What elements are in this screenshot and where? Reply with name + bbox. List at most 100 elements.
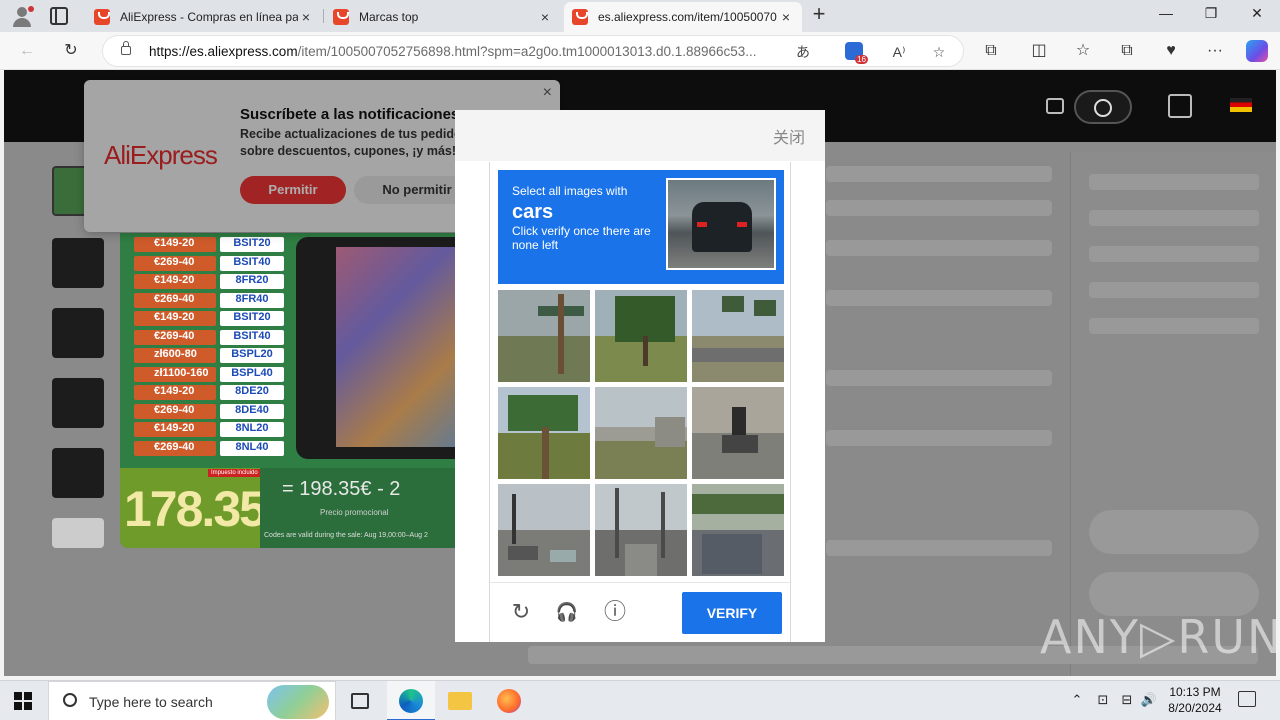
promo-big-price: 178.35€ <box>120 468 293 548</box>
tile-scene-shape <box>655 417 685 447</box>
product-thumbnail[interactable] <box>52 518 104 548</box>
wifi-icon[interactable]: ⊟ <box>1118 691 1136 709</box>
tile-scene-shape <box>702 534 762 574</box>
network-icon[interactable]: ⊡ <box>1094 691 1112 709</box>
captcha-tile-palms-street[interactable] <box>692 290 784 382</box>
taskbar-file-explorer[interactable] <box>436 681 484 720</box>
speaker-icon[interactable]: 🔊 <box>1140 691 1158 709</box>
modal-close-button[interactable]: 关闭 <box>773 124 805 148</box>
coupon-amount: €149-20 <box>134 274 216 289</box>
coupon-code: 8NL20 <box>220 422 284 437</box>
captcha-tile-highway-bridge[interactable] <box>595 387 687 479</box>
tab-close-icon[interactable]: × <box>778 9 794 25</box>
close-icon[interactable]: × <box>543 84 552 102</box>
germany-flag-icon[interactable] <box>1230 98 1252 112</box>
coupon-amount: €269-40 <box>134 440 216 456</box>
refresh-button[interactable]: ↻ <box>60 40 82 62</box>
promo-equation: = 198.35€ - 2 Precio promocional Codes a… <box>260 468 480 548</box>
tile-scene-shape <box>508 546 538 560</box>
address-bar[interactable]: https://es.aliexpress.com/item/100500705… <box>102 35 964 67</box>
captcha-tile-street-poles[interactable] <box>595 484 687 576</box>
notification-center-icon[interactable] <box>1238 691 1256 707</box>
task-view-button[interactable] <box>336 681 384 720</box>
url-path: /item/1005007052756898.html?spm=a2g0o.tm… <box>297 44 757 59</box>
taskbar-firefox[interactable] <box>485 681 533 720</box>
read-aloud-icon[interactable]: A⁾ <box>889 42 909 62</box>
coupon-code: 8NL40 <box>220 440 284 456</box>
url-text[interactable]: https://es.aliexpress.com/item/100500705… <box>149 44 789 59</box>
tab-title: es.aliexpress.com/item/10050070 <box>598 10 777 24</box>
search-placeholder: Type here to search <box>89 694 213 710</box>
maximize-button[interactable]: ❐ <box>1199 5 1223 25</box>
collections-icon[interactable]: ⧉ <box>1116 40 1138 62</box>
tray-overflow-icon[interactable]: ⌃ <box>1068 691 1086 709</box>
search-icon <box>63 693 77 707</box>
captcha-image-grid <box>498 290 784 576</box>
coupon-code: BSIT20 <box>220 311 284 326</box>
close-window-button[interactable]: ✕ <box>1245 5 1269 25</box>
reload-icon[interactable]: ↻ <box>508 599 534 625</box>
skeleton-line <box>826 200 1052 216</box>
coupon-code: 8DE40 <box>220 403 284 419</box>
product-thumbnail[interactable] <box>52 448 104 498</box>
tax-badge: Impuesto incluido <box>208 469 261 477</box>
product-thumbnail[interactable] <box>52 308 104 358</box>
coupon-code: 8FR40 <box>220 292 284 308</box>
skeleton-line <box>826 540 1052 556</box>
performance-icon[interactable]: ♥ <box>1160 40 1182 62</box>
captcha-tile-palm-building[interactable] <box>498 290 590 382</box>
audio-icon[interactable]: 🎧 <box>554 599 580 625</box>
verify-button[interactable]: VERIFY <box>682 592 782 634</box>
skeleton-line <box>1089 174 1259 190</box>
add-favorite-icon[interactable]: ☆ <box>929 42 949 62</box>
captcha-footer: ↻ 🎧 ⓘ VERIFY <box>490 582 790 642</box>
tab-close-icon[interactable]: × <box>298 9 314 25</box>
tab-marcas-top[interactable]: Marcas top × <box>325 2 561 32</box>
camera-search-icon[interactable] <box>1046 98 1064 114</box>
taskbar-search-box[interactable]: Type here to search <box>48 681 336 720</box>
favorites-icon[interactable]: ☆ <box>1072 40 1094 62</box>
search-button[interactable] <box>1074 90 1132 124</box>
app-grid-icon[interactable] <box>1168 94 1192 118</box>
lock-icon[interactable] <box>121 41 131 55</box>
browser-toolbar: ← ↻ https://es.aliexpress.com/item/10050… <box>0 32 1280 70</box>
captcha-tile-road-parking[interactable] <box>692 484 784 576</box>
taskbar-clock[interactable]: 10:13 PM 8/20/2024 <box>1160 684 1230 716</box>
coupon-amount: €269-40 <box>134 403 216 419</box>
minimize-button[interactable]: — <box>1154 5 1178 25</box>
captcha-tile-tree-road[interactable] <box>595 290 687 382</box>
coupon-code: 8FR20 <box>220 274 284 289</box>
windows-taskbar: Type here to search ⌃ ⊡ ⊟ 🔊 10:13 PM 8/2… <box>0 680 1280 720</box>
split-screen-icon[interactable]: ◫ <box>1028 40 1050 62</box>
new-tab-button[interactable]: + <box>808 3 830 26</box>
coupon-amount: €149-20 <box>134 237 216 252</box>
captcha-tile-palm-close[interactable] <box>498 387 590 479</box>
tab-close-icon[interactable]: × <box>537 9 553 25</box>
taskbar-edge[interactable] <box>387 681 435 720</box>
more-icon[interactable]: ··· <box>1204 40 1226 62</box>
coupon-row: €149-20 BSIT20 <box>134 237 284 252</box>
tab-item-page[interactable]: es.aliexpress.com/item/10050070 × <box>564 2 802 32</box>
tab-aliexpress-home[interactable]: AliExpress - Compras en línea pa × <box>86 2 322 32</box>
tile-scene-shape <box>558 294 564 374</box>
anyrun-watermark: ANY▷RUN <box>1040 610 1276 664</box>
allow-notifications-button[interactable]: Permitir <box>240 176 346 204</box>
profile-icon[interactable] <box>8 4 36 28</box>
coupon-row: €269-40 8FR40 <box>134 292 284 308</box>
product-thumbnail[interactable] <box>52 238 104 288</box>
captcha-tile-intersection-cars[interactable] <box>498 484 590 576</box>
copilot-icon[interactable] <box>1246 40 1268 62</box>
promo-footnote: Codes are valid during the sale: Aug 19,… <box>264 532 428 539</box>
captcha-tile-cyclist[interactable] <box>692 387 784 479</box>
product-thumbnail[interactable] <box>52 378 104 428</box>
translate-icon[interactable]: あ <box>793 42 813 62</box>
windows-start-icon[interactable] <box>14 692 32 710</box>
extension-icon[interactable]: 16 <box>845 42 868 64</box>
skeleton-line <box>826 166 1052 182</box>
info-icon[interactable]: ⓘ <box>602 599 628 625</box>
promo-equals-price: = 198.35€ - 2 <box>282 478 401 500</box>
extensions-icon[interactable]: ⧉ <box>980 40 1002 62</box>
back-button[interactable]: ← <box>16 40 38 62</box>
tab-actions-icon[interactable] <box>50 7 68 25</box>
product-promo-image: €149-20 BSIT20 €269-40 BSIT40 €149-20 8FR20 €2… <box>120 233 480 548</box>
